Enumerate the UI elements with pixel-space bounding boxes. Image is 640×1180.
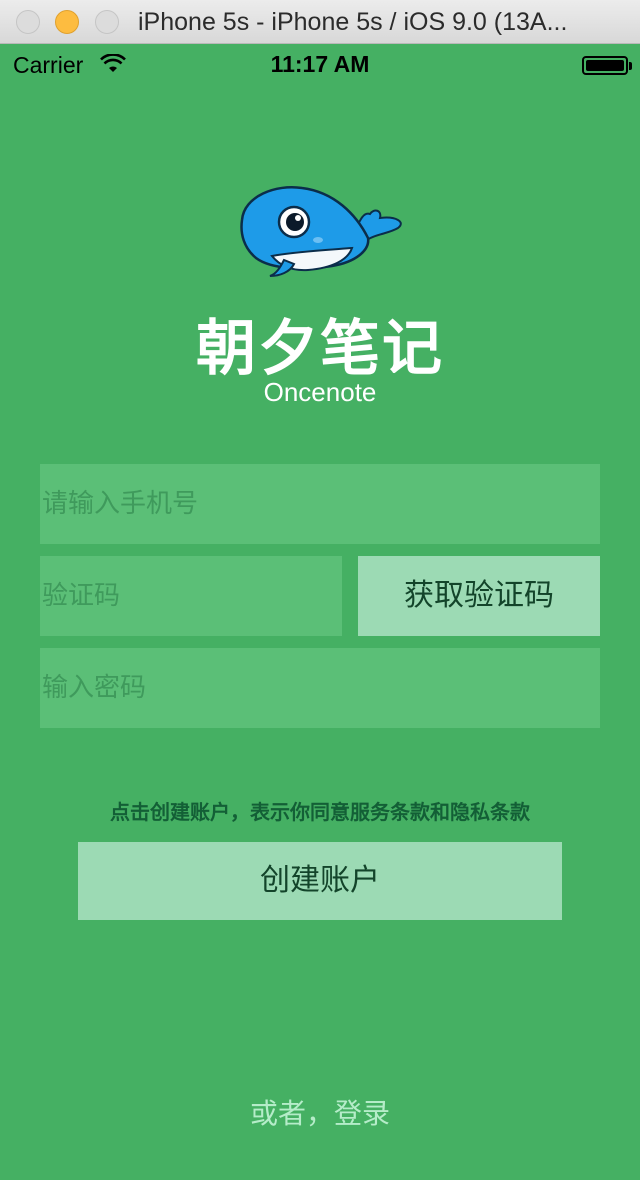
- phone-input[interactable]: [40, 464, 600, 544]
- battery-icon: [582, 56, 632, 75]
- login-link[interactable]: 或者，登录: [0, 1092, 640, 1132]
- close-window-button[interactable]: [16, 10, 40, 34]
- verification-code-input[interactable]: [40, 556, 342, 636]
- terms-notice: 点击创建账户，表示你同意服务条款和隐私条款: [110, 800, 530, 824]
- minimize-window-button[interactable]: [55, 10, 79, 34]
- window-titlebar: iPhone 5s - iPhone 5s / iOS 9.0 (13A...: [0, 0, 640, 44]
- create-account-button[interactable]: 创建账户: [78, 842, 562, 920]
- password-input[interactable]: [40, 648, 600, 728]
- whale-logo-icon: [236, 182, 406, 282]
- get-code-button[interactable]: 获取验证码: [358, 556, 600, 636]
- window-title: iPhone 5s - iPhone 5s / iOS 9.0 (13A...: [138, 8, 568, 36]
- app-subtitle: Oncenote: [263, 377, 377, 407]
- zoom-window-button[interactable]: [95, 10, 119, 34]
- app-title: 朝夕笔记: [196, 314, 444, 384]
- status-time: 11:17 AM: [270, 51, 370, 77]
- status-bar: Carrier 11:17 AM: [0, 44, 640, 84]
